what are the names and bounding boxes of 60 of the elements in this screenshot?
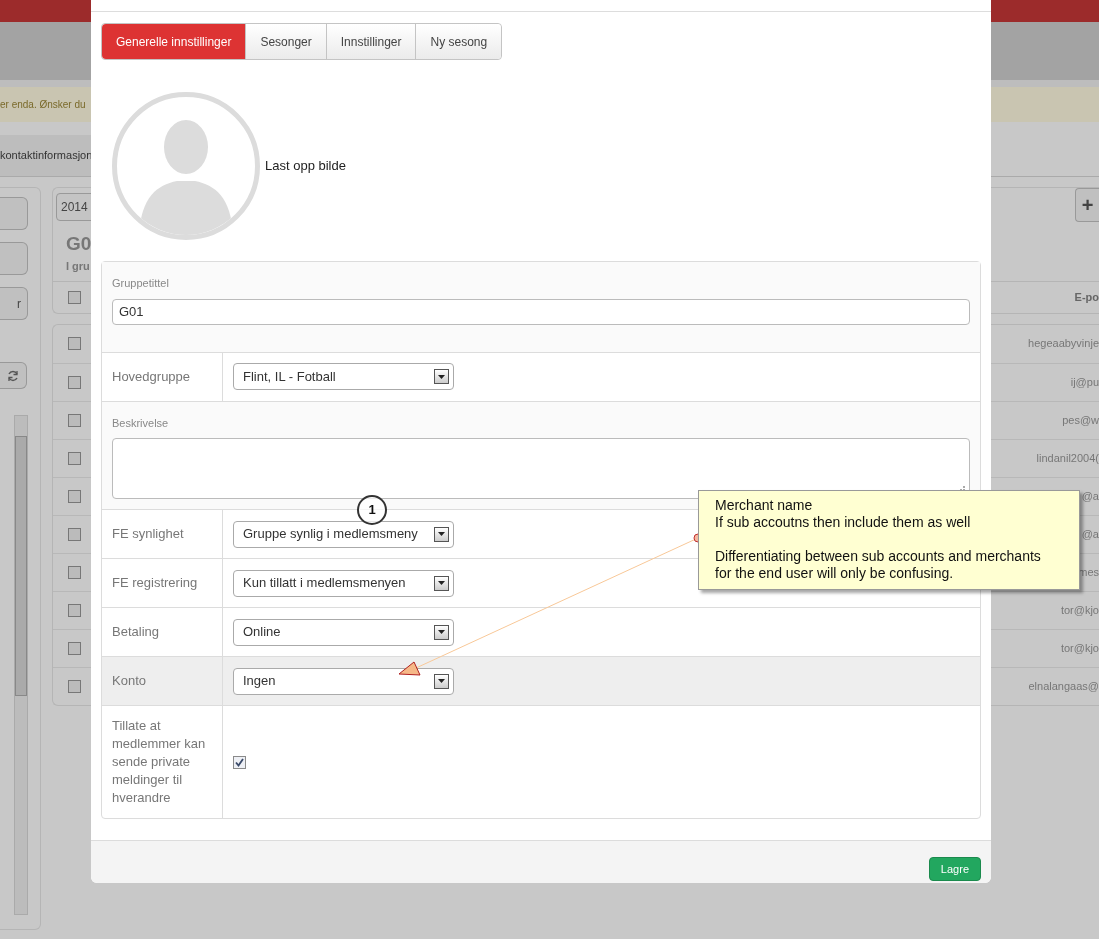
checkbox[interactable] [68, 375, 81, 389]
table-cell-text: hegeaabyvinje [1028, 336, 1099, 352]
upload-link[interactable]: Last opp bilde [265, 156, 346, 176]
tab[interactable]: Ny sesong [415, 24, 502, 59]
field-label: Hovedgruppe [112, 367, 191, 386]
tab[interactable]: Innstillinger [325, 24, 416, 59]
select-field[interactable]: Online [233, 618, 454, 646]
checkbox[interactable] [68, 603, 81, 617]
side-button[interactable] [0, 197, 28, 230]
select-field[interactable]: Gruppe synlig i medlemsmeny [233, 520, 454, 548]
table-cell-text: pes@w [1062, 412, 1099, 428]
scrollbar[interactable] [14, 415, 28, 915]
tab[interactable]: Generelle innstillinger [102, 24, 246, 59]
checkbox[interactable] [68, 413, 81, 427]
dropdown-icon [434, 575, 449, 591]
add-button[interactable]: + [1075, 188, 1099, 222]
field-label: Betaling [112, 623, 159, 641]
scroll-thumb[interactable] [15, 436, 27, 696]
alert-text: er enda. Ønsker du [0, 98, 86, 112]
field-label: Tillate at medlemmer kan sende private meldinger til hverandre [112, 717, 207, 807]
table-cell-text: @a [1081, 526, 1099, 542]
table-cell-text: @a [1081, 488, 1099, 504]
column-header: E-po [1074, 289, 1099, 305]
checkbox[interactable] [68, 337, 81, 350]
table-cell-text: tor@kjo [1060, 602, 1099, 618]
table-cell-text: tor@kjo [1060, 640, 1099, 656]
group-subtitle: I gru [65, 259, 90, 274]
dropdown-icon [434, 673, 449, 689]
field-label: Konto [112, 672, 146, 690]
field-label: FE synlighet [112, 525, 184, 543]
table-cell-text: lindanil2004( [1036, 450, 1099, 466]
refresh-button[interactable] [0, 362, 27, 389]
dropdown-icon [434, 624, 449, 640]
checkbox[interactable] [68, 641, 81, 655]
select-field[interactable]: Flint, IL - Fotball [233, 363, 454, 390]
text-field[interactable]: G01 [112, 298, 970, 325]
textarea-field[interactable] [112, 438, 970, 499]
note-text: Merchant name If sub accoutns then include them as well [715, 497, 972, 531]
field-label: FE registrering [112, 574, 198, 592]
dropdown-icon [434, 369, 449, 384]
table-cell-text: ij@pu [1070, 374, 1099, 390]
dropdown-icon [434, 526, 449, 542]
checkbox[interactable] [68, 565, 81, 579]
tab[interactable]: Sesonger [245, 24, 326, 59]
field-label: Gruppetittel [112, 276, 169, 291]
group-heading: G0 [65, 232, 92, 256]
checkbox[interactable] [68, 290, 81, 304]
checkbox[interactable] [233, 755, 246, 769]
side-button[interactable]: r [0, 287, 28, 320]
checkbox[interactable] [68, 527, 81, 541]
checkbox[interactable] [68, 679, 81, 693]
table-cell-text: elnalangaas@ [1028, 678, 1099, 694]
note-text: Differentiating between sub accounts and merchants for the end user will only be confusing. [715, 548, 1042, 582]
side-button[interactable] [0, 242, 28, 275]
checkbox[interactable] [68, 489, 81, 503]
refresh-icon [7, 369, 19, 382]
checkbox[interactable] [68, 451, 81, 465]
field-label: Beskrivelse [112, 415, 169, 431]
select-field[interactable]: Ingen [233, 667, 454, 695]
select-field[interactable]: Kun tillatt i medlemsmenyen [233, 569, 454, 597]
